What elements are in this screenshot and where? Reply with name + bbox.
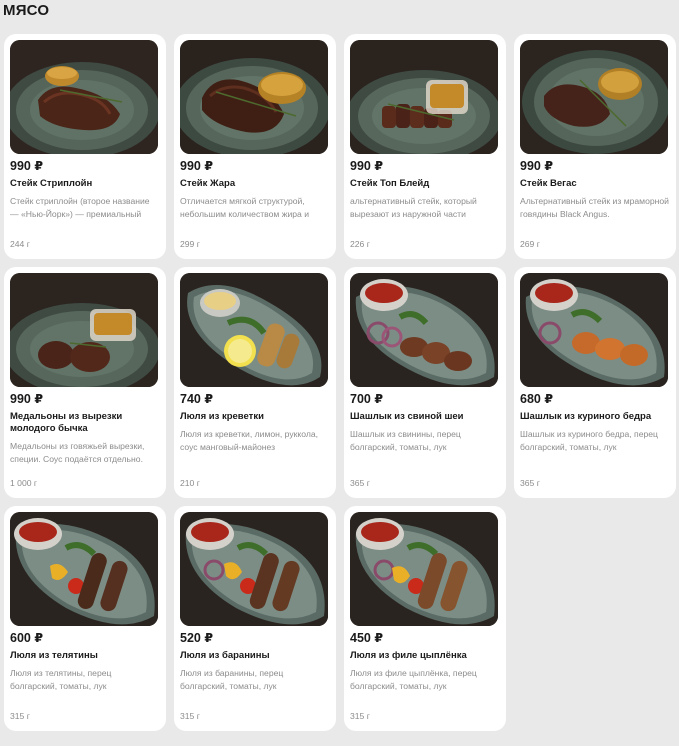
product-price: 990 ₽ <box>180 159 214 173</box>
product-description: Люля из телятины, перец болгарский, тома… <box>10 668 112 691</box>
product-name: Люля из креветки <box>180 411 264 422</box>
product-price: 450 ₽ <box>350 631 384 645</box>
product-description: Стейк стриплойн (второе название — «Нью-… <box>10 196 150 219</box>
product-photo[interactable] <box>350 40 498 154</box>
product-price: 700 ₽ <box>350 392 384 406</box>
product-weight: 365 г <box>350 478 370 488</box>
product-card[interactable]: 450 ₽ Люля из филе цыплёнка Люля из филе… <box>344 506 506 731</box>
product-weight: 315 г <box>350 711 370 721</box>
product-price: 990 ₽ <box>350 159 384 173</box>
product-name: Медальоны из вырезки молодого бычка <box>10 411 123 434</box>
product-weight: 210 г <box>180 478 200 488</box>
product-card[interactable]: 990 ₽ Стейк Стриплойн Стейк стриплойн (в… <box>4 34 166 259</box>
product-price: 990 ₽ <box>10 392 44 406</box>
product-name: Люля из филе цыплёнка <box>350 650 467 661</box>
product-description: альтернативный стейк, который вырезают и… <box>350 196 477 219</box>
product-name: Стейк Жара <box>180 178 236 189</box>
product-card[interactable]: 680 ₽ Шашлык из куриного бедра Шашлык из… <box>514 267 676 498</box>
product-name: Люля из баранины <box>180 650 270 661</box>
product-description: Люля из баранины, перец болгарский, тома… <box>180 668 284 691</box>
product-photo[interactable] <box>10 273 158 387</box>
product-description: Альтернативный стейк из мраморной говяди… <box>520 196 669 219</box>
product-card[interactable]: 700 ₽ Шашлык из свиной шеи Шашлык из сви… <box>344 267 506 498</box>
product-grid: 990 ₽ Стейк Стриплойн Стейк стриплойн (в… <box>4 34 676 731</box>
product-description: Шашлык из куриного бедра, перец болгарск… <box>520 429 658 452</box>
product-name: Стейк Вегас <box>520 178 577 189</box>
product-name: Шашлык из свиной шеи <box>350 411 464 422</box>
product-price: 740 ₽ <box>180 392 214 406</box>
product-name: Люля из телятины <box>10 650 98 661</box>
product-card[interactable]: 990 ₽ Стейк Жара Отличается мягкой струк… <box>174 34 336 259</box>
product-description: Люля из филе цыплёнка, перец болгарский,… <box>350 668 477 691</box>
product-card[interactable]: 990 ₽ Стейк Вегас Альтернативный стейк и… <box>514 34 676 259</box>
product-price: 520 ₽ <box>180 631 214 645</box>
product-name: Шашлык из куриного бедра <box>520 411 652 422</box>
product-card[interactable]: 520 ₽ Люля из баранины Люля из баранины,… <box>174 506 336 731</box>
product-description: Люля из креветки, лимон, руккола, соус м… <box>180 429 319 452</box>
product-weight: 244 г <box>10 239 30 249</box>
product-photo[interactable] <box>350 273 498 387</box>
product-price: 600 ₽ <box>10 631 44 645</box>
product-photo[interactable] <box>10 40 158 154</box>
product-weight: 315 г <box>180 711 200 721</box>
product-photo[interactable] <box>520 40 668 154</box>
product-card[interactable]: 990 ₽ Стейк Топ Блейд альтернативный сте… <box>344 34 506 259</box>
product-weight: 365 г <box>520 478 540 488</box>
product-name: Стейк Топ Блейд <box>350 178 430 189</box>
product-card[interactable]: 740 ₽ Люля из креветки Люля из креветки,… <box>174 267 336 498</box>
product-photo[interactable] <box>180 273 328 387</box>
product-card[interactable]: 600 ₽ Люля из телятины Люля из телятины,… <box>4 506 166 731</box>
product-description: Шашлык из свинины, перец болгарский, том… <box>350 429 461 452</box>
product-name: Стейк Стриплойн <box>10 178 93 189</box>
product-photo[interactable] <box>180 512 328 626</box>
product-weight: 269 г <box>520 239 540 249</box>
product-photo[interactable] <box>180 40 328 154</box>
product-weight: 1 000 г <box>10 478 38 488</box>
product-photo[interactable] <box>350 512 498 626</box>
product-photo[interactable] <box>520 273 668 387</box>
product-weight: 315 г <box>10 711 30 721</box>
product-price: 990 ₽ <box>520 159 554 173</box>
product-price: 680 ₽ <box>520 392 554 406</box>
product-weight: 299 г <box>180 239 200 249</box>
product-card[interactable]: 990 ₽ Медальоны из вырезки молодого бычк… <box>4 267 166 498</box>
product-price: 990 ₽ <box>10 159 44 173</box>
product-weight: 226 г <box>350 239 370 249</box>
product-description: Отличается мягкой структурой, небольшим … <box>180 196 310 219</box>
product-photo[interactable] <box>10 512 158 626</box>
section-title: МЯСО <box>3 2 50 19</box>
product-description: Медальоны из говяжьей вырезки, специи. С… <box>10 441 145 464</box>
